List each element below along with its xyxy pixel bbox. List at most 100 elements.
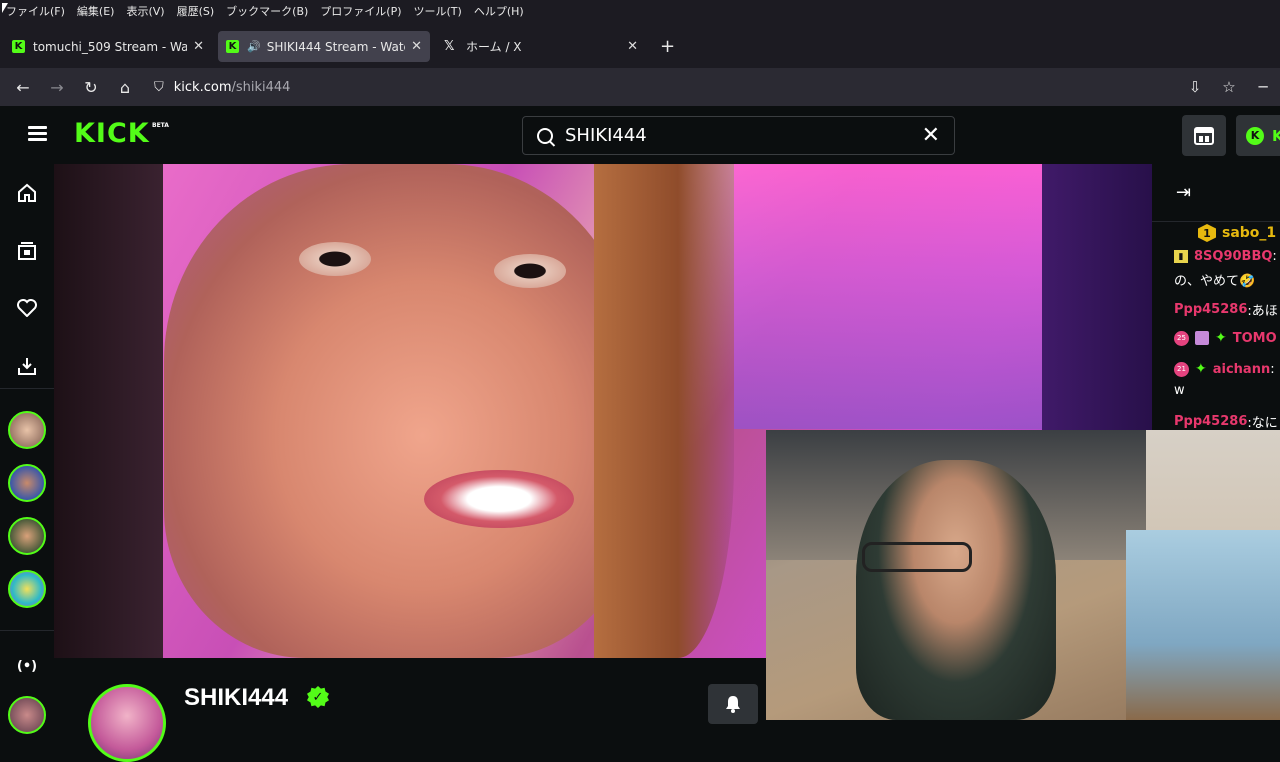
followed-channel-avatar[interactable] (8, 570, 46, 608)
top-gifter-name: sabo_1 (1222, 225, 1277, 241)
chat-message: 25 ✦ TOMO (1174, 330, 1277, 346)
video-background-room (734, 164, 1042, 429)
x-favicon-icon: 𝕏 (444, 39, 455, 54)
home-icon[interactable] (17, 183, 37, 203)
chat-text: :なに (1247, 416, 1278, 430)
window-minimize-icon[interactable]: ─ (1246, 78, 1280, 96)
chat-text: : (1270, 361, 1275, 377)
channel-info: SHIKI444 ✓ (54, 658, 766, 762)
chat-text: :あほ (1247, 304, 1278, 319)
chat-username[interactable]: Ppp45286 (1174, 302, 1247, 317)
clear-search-icon[interactable]: ✕ (922, 123, 940, 148)
search-icon (537, 127, 553, 144)
bookmark-star-icon[interactable]: ☆ (1212, 78, 1246, 96)
subscriber-badge-icon: 21 (1174, 361, 1189, 377)
browse-button[interactable] (1182, 115, 1226, 156)
video-letterbox-left (54, 164, 163, 658)
chat-username[interactable]: TOMO (1233, 331, 1277, 346)
pip-person (856, 460, 1056, 720)
mouth (424, 470, 574, 528)
shield-icon[interactable]: ⛉ (154, 80, 164, 95)
tab-close-icon[interactable]: ✕ (411, 39, 422, 54)
bell-icon (726, 696, 740, 713)
chat-text: w (1174, 383, 1185, 398)
channel-avatar[interactable] (88, 684, 166, 762)
menu-bar: ファイル(F) 編集(E) 表示(V) 履歴(S) ブックマーク(B) プロファ… (0, 0, 1280, 22)
chat-top-gifter[interactable]: 1 sabo_1 (1198, 224, 1276, 242)
menu-bookmarks[interactable]: ブックマーク(B) (220, 3, 314, 19)
tab-bar: K tomuchi_509 Stream - Watch Live on Kic… (0, 22, 1280, 68)
url-bar[interactable]: ⛉ kick.com/shiki444 (154, 80, 290, 95)
collapse-chat-icon[interactable]: ⇥ (1176, 182, 1191, 203)
browse-icon (1194, 126, 1214, 145)
verified-badge-icon: ✓ (307, 686, 329, 708)
tab-title: ホーム / X (466, 40, 522, 54)
menu-profiles[interactable]: プロファイル(P) (314, 3, 407, 19)
menu-history[interactable]: 履歴(S) (171, 3, 221, 19)
streamer-face (164, 164, 634, 658)
menu-view[interactable]: 表示(V) (120, 3, 170, 19)
picture-in-picture-video[interactable] (766, 430, 1280, 720)
notification-bell-button[interactable] (708, 684, 758, 724)
gift-badge-icon (1195, 331, 1209, 345)
chat-username[interactable]: aichann (1213, 362, 1270, 377)
search-input[interactable]: SHIKI444 ✕ (522, 116, 955, 155)
speaker-icon[interactable]: 🔊 (247, 40, 261, 53)
rank-badge: 1 (1198, 224, 1216, 242)
hamburger-menu-icon[interactable] (28, 126, 47, 142)
chat-message: w (1174, 383, 1185, 398)
menu-help[interactable]: ヘルプ(H) (468, 3, 530, 19)
chat-message: の、やめて🤣 (1174, 270, 1255, 289)
home-icon[interactable]: ⌂ (108, 78, 142, 97)
followed-channel-avatar[interactable] (8, 464, 46, 502)
followed-channel-avatar[interactable] (8, 517, 46, 555)
followed-channel-avatar[interactable] (8, 411, 46, 449)
search-value: SHIKI444 (565, 125, 647, 146)
streamer-hair (594, 164, 734, 658)
heart-icon[interactable] (17, 298, 37, 318)
navigation-bar: ← → ↻ ⌂ ⛉ kick.com/shiki444 ⇩ ☆ ─ (0, 68, 1280, 106)
back-icon[interactable]: ← (6, 78, 40, 97)
chat-username[interactable]: 8SQ90BBQ (1194, 249, 1272, 264)
tab-close-icon[interactable]: ✕ (193, 39, 204, 54)
chat-username[interactable]: Ppp45286 (1174, 414, 1247, 429)
menu-tools[interactable]: ツール(T) (408, 3, 468, 19)
tab-x-home[interactable]: 𝕏 ホーム / X ✕ (436, 31, 646, 62)
forward-icon[interactable]: → (40, 78, 74, 97)
eye-left (299, 242, 371, 276)
eye-right (494, 254, 566, 288)
menu-file[interactable]: ファイル(F) (0, 3, 71, 19)
sidebar: (•) (0, 164, 54, 734)
tab-tomuchi[interactable]: K tomuchi_509 Stream - Watch Live on Kic… (4, 31, 212, 62)
live-broadcast-icon[interactable]: (•) (17, 656, 37, 676)
kick-favicon-icon: K (226, 40, 239, 53)
sidebar-divider (0, 630, 54, 631)
menu-edit[interactable]: 編集(E) (71, 3, 121, 19)
chat-message: ▮ 8SQ90BBQ : (1174, 249, 1277, 264)
user-menu-button[interactable]: K K (1236, 115, 1280, 156)
moderator-badge-icon: ▮ (1174, 250, 1188, 263)
sidebar-divider (0, 388, 54, 389)
tab-shiki444[interactable]: K 🔊 SHIKI444 Stream - Watch Live on Kick… (218, 31, 430, 62)
chat-panel: ⇥ ⋮ 1 sabo_1 ▮ 8SQ90BBQ : の、やめて🤣 Ppp4528… (1152, 164, 1280, 430)
save-to-pocket-icon[interactable]: ⇩ (1178, 78, 1212, 96)
chat-message: Ppp45286 :あほ (1174, 300, 1278, 319)
chat-header: ⇥ ⋮ (1152, 164, 1280, 222)
chat-settings-icon[interactable]: ⋮ (1274, 182, 1280, 203)
reload-icon[interactable]: ↻ (74, 78, 108, 97)
chat-message: 21 ✦ aichann : (1174, 361, 1275, 377)
browse-icon[interactable] (17, 241, 37, 261)
sparkle-badge-icon: ✦ (1215, 330, 1227, 346)
recommended-channel-avatar[interactable] (8, 696, 46, 734)
collapse-sidebar-icon[interactable] (17, 356, 37, 376)
new-tab-button[interactable]: + (660, 36, 675, 57)
subscriber-badge-icon: 25 (1174, 330, 1189, 346)
channel-name[interactable]: SHIKI444 (184, 684, 288, 712)
chat-message: Ppp45286 :なに (1174, 412, 1278, 430)
kick-favicon-icon: K (12, 40, 25, 53)
url-path: /shiki444 (231, 79, 291, 95)
tab-close-icon[interactable]: ✕ (627, 39, 638, 54)
site-header: KICK BETA SHIKI444 ✕ K K (0, 106, 1280, 164)
kick-coin-icon: K (1246, 126, 1264, 145)
kick-logo[interactable]: KICK (74, 118, 150, 149)
